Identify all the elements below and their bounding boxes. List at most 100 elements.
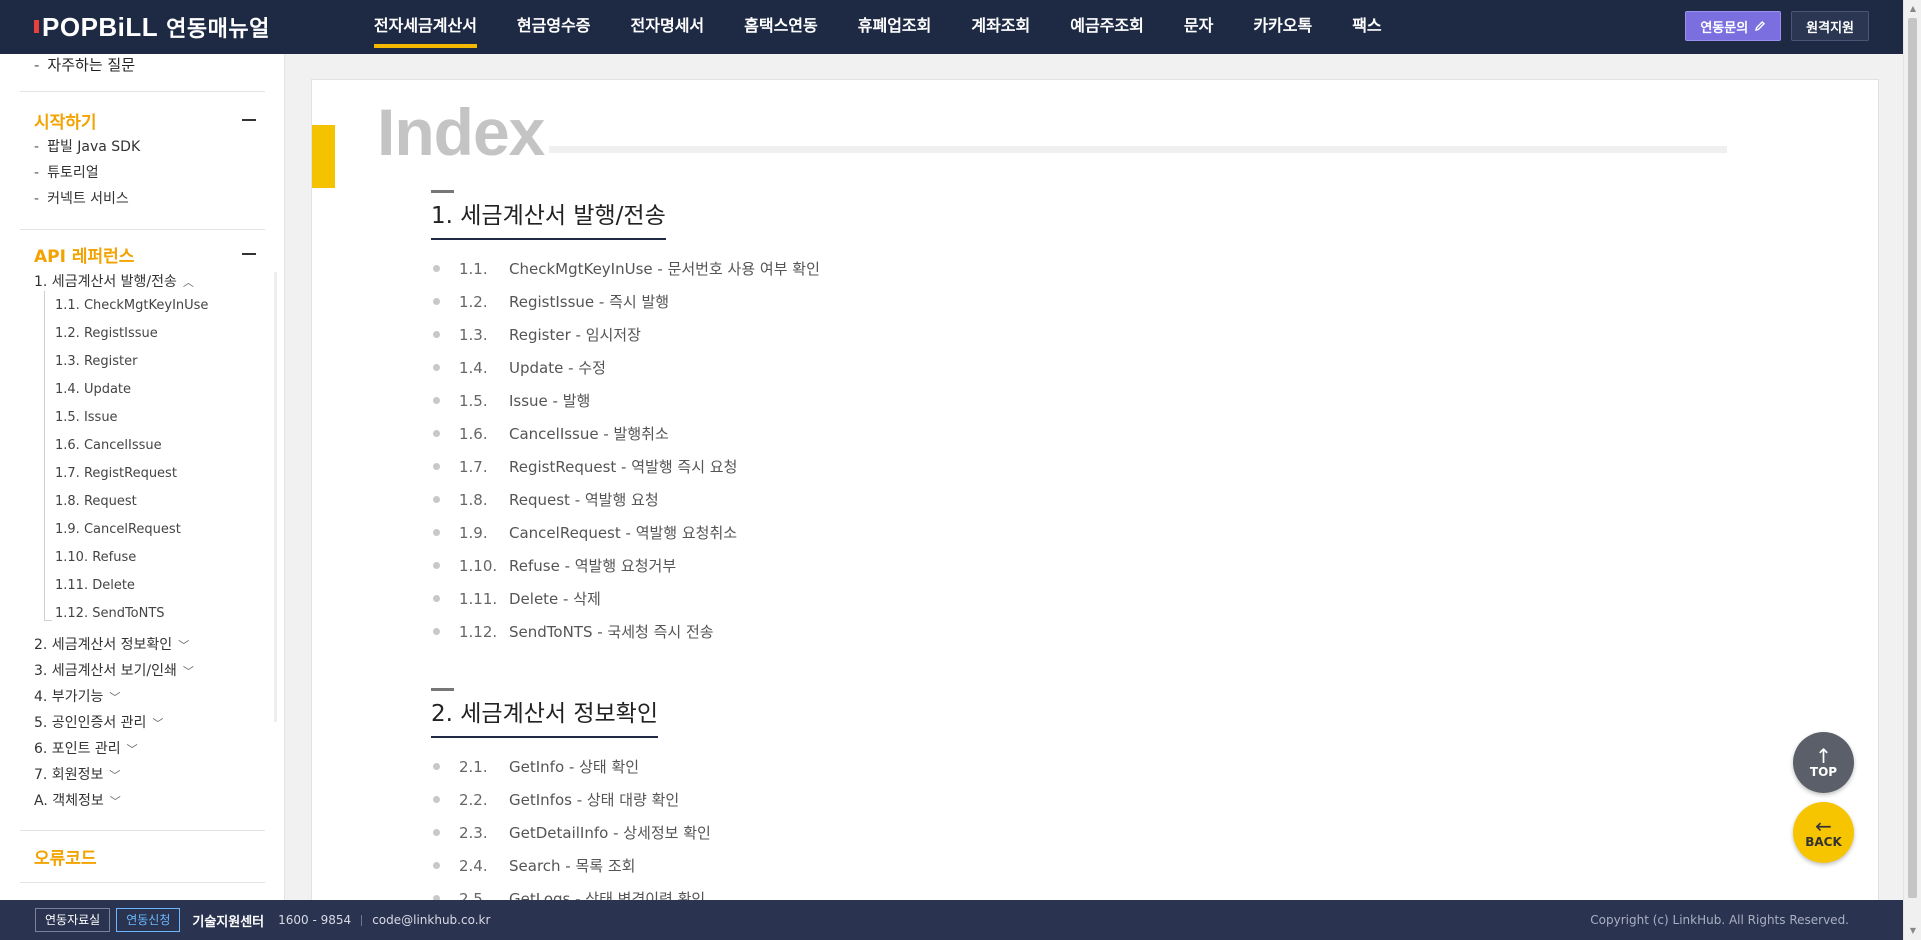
sidebar-group-label: 4. 부가기능 [34, 689, 104, 705]
item-link[interactable]: Refuse - 역발행 요청거부 [509, 555, 676, 576]
sidebar-item-faq[interactable]: - 자주하는 질문 [34, 54, 135, 75]
sidebar-sub-item[interactable]: 1.4. Update [55, 382, 131, 397]
index-item[interactable]: 1.4. Update - 수정 [433, 357, 606, 378]
page-scrollbar[interactable]: ▲ ▼ [1903, 0, 1921, 940]
sidebar-sub-item[interactable]: 1.1. CheckMgtKeyInUse [55, 298, 208, 313]
index-item[interactable]: 1.5. Issue - 발행 [433, 390, 590, 411]
sidebar-item-tutorial[interactable]: - 튜토리얼 [34, 162, 99, 182]
sidebar-sub-item[interactable]: 1.10. Refuse [55, 550, 136, 565]
index-item[interactable]: 1.12. SendToNTS - 국세청 즉시 전송 [433, 621, 714, 642]
sidebar-group-view-print[interactable]: 3. 세금계산서 보기/인쇄 ﹀ [34, 660, 194, 680]
title-underline [549, 146, 1727, 153]
logo-brand: POPBiLL [42, 11, 159, 42]
sidebar-group-point[interactable]: 6. 포인트 관리 ﹀ [34, 738, 138, 758]
sidebar-item-label: 커넥트 서비스 [47, 191, 129, 207]
sidebar-item-java-sdk[interactable]: - 팝빌 Java SDK [34, 136, 140, 156]
nav-tab-depositor-check[interactable]: 예금주조회 [1050, 0, 1164, 54]
sidebar-group-object[interactable]: A. 객체정보 ﹀ [34, 790, 121, 810]
chevron-down-icon: ﹀ [109, 691, 121, 704]
item-link[interactable]: Request - 역발행 요청 [509, 489, 659, 510]
sidebar-sub-item[interactable]: 1.3. Register [55, 354, 137, 369]
item-number: 2.2. [459, 790, 488, 809]
index-item[interactable]: 1.9. CancelRequest - 역발행 요청취소 [433, 522, 737, 543]
sidebar-sub-item[interactable]: 1.8. Request [55, 494, 137, 509]
nav-tab-hometax[interactable]: 홈택스연동 [724, 0, 838, 54]
index-item[interactable]: 2.4. Search - 목록 조회 [433, 855, 635, 876]
item-link[interactable]: RegistIssue - 즉시 발행 [509, 291, 669, 312]
index-item[interactable]: 2.1. GetInfo - 상태 확인 [433, 756, 639, 777]
sidebar-group-member[interactable]: 7. 회원정보 ﹀ [34, 764, 120, 784]
chevron-down-icon: ﹀ [182, 665, 194, 678]
apply-button[interactable]: 연동신청 [116, 908, 181, 932]
bullet-dot-icon [433, 862, 440, 869]
sidebar-group-extra[interactable]: 4. 부가기능 ﹀ [34, 686, 120, 706]
scroll-top-button[interactable]: ↑ TOP [1793, 732, 1854, 793]
inquiry-button[interactable]: 연동문의 [1685, 11, 1782, 41]
sidebar-section-api-reference[interactable]: API 레퍼런스 [34, 242, 134, 267]
nav-tab-tax-invoice[interactable]: 전자세금계산서 [354, 0, 497, 54]
logo[interactable]: POPBiLL 연동매뉴얼 [34, 11, 270, 43]
item-link[interactable]: Register - 임시저장 [509, 324, 641, 345]
item-link[interactable]: Issue - 발행 [509, 390, 590, 411]
nav-tab-kakaotalk[interactable]: 카카오톡 [1233, 0, 1332, 54]
bullet-dot-icon [433, 364, 440, 371]
sidebar-sub-item[interactable]: 1.12. SendToNTS [55, 606, 165, 621]
sidebar-sub-item[interactable]: 1.11. Delete [55, 578, 135, 593]
item-link[interactable]: Delete - 삭제 [509, 588, 601, 609]
back-button[interactable]: ← BACK [1793, 802, 1854, 863]
sidebar-group-issue[interactable]: 1. 세금계산서 발행/전송 ︿ [34, 271, 194, 291]
data-room-button[interactable]: 연동자료실 [35, 908, 111, 932]
chevron-up-icon: ︿ [182, 276, 194, 289]
sidebar-sub-item[interactable]: 1.6. CancelIssue [55, 438, 162, 453]
index-item[interactable]: 1.7. RegistRequest - 역발행 즉시 요청 [433, 456, 737, 477]
index-item[interactable]: 2.2. GetInfos - 상태 대량 확인 [433, 789, 679, 810]
item-link[interactable]: RegistRequest - 역발행 즉시 요청 [509, 456, 737, 477]
item-link[interactable]: Update - 수정 [509, 357, 606, 378]
nav-tab-fax[interactable]: 팩스 [1332, 0, 1401, 54]
item-link[interactable]: GetDetailInfo - 상세정보 확인 [509, 822, 711, 843]
nav-tab-statement[interactable]: 전자명세서 [611, 0, 725, 54]
logo-subtitle: 연동매뉴얼 [166, 17, 270, 42]
faq-label: 자주하는 질문 [47, 56, 135, 74]
scroll-up-arrow-icon[interactable]: ▲ [1904, 0, 1921, 18]
item-link[interactable]: Search - 목록 조회 [509, 855, 635, 876]
sidebar-sub-item[interactable]: 1.7. RegistRequest [55, 466, 177, 481]
remote-support-button[interactable]: 원격지원 [1791, 11, 1869, 41]
item-link[interactable]: GetInfos - 상태 대량 확인 [509, 789, 679, 810]
index-item[interactable]: 1.1. CheckMgtKeyInUse - 문서번호 사용 여부 확인 [433, 258, 820, 279]
item-link[interactable]: SendToNTS - 국세청 즉시 전송 [509, 621, 714, 642]
item-link[interactable]: CancelIssue - 발행취소 [509, 423, 669, 444]
collapse-minus-icon[interactable] [242, 253, 256, 255]
nav-tab-account-check[interactable]: 계좌조회 [951, 0, 1050, 54]
sidebar-scrollbar[interactable] [274, 272, 277, 722]
sidebar-group-info[interactable]: 2. 세금계산서 정보확인 ﹀ [34, 634, 189, 654]
index-item[interactable]: 2.3. GetDetailInfo - 상세정보 확인 [433, 822, 711, 843]
sidebar-section-getting-started[interactable]: 시작하기 [34, 108, 97, 133]
sidebar-section-error-codes[interactable]: 오류코드 [34, 844, 97, 869]
item-link[interactable]: CheckMgtKeyInUse - 문서번호 사용 여부 확인 [509, 258, 820, 279]
scroll-down-arrow-icon[interactable]: ▼ [1904, 922, 1921, 940]
index-item[interactable]: 1.2. RegistIssue - 즉시 발행 [433, 291, 669, 312]
sidebar-item-connect[interactable]: - 커넥트 서비스 [34, 188, 129, 208]
sidebar-sub-item[interactable]: 1.5. Issue [55, 410, 118, 425]
footer: 연동자료실 연동신청 기술지원센터 1600 - 9854 code@linkh… [0, 900, 1903, 940]
index-item[interactable]: 1.8. Request - 역발행 요청 [433, 489, 659, 510]
item-number: 1.6. [459, 424, 488, 443]
nav-tab-message[interactable]: 문자 [1164, 0, 1233, 54]
index-item[interactable]: 1.6. CancelIssue - 발행취소 [433, 423, 669, 444]
sidebar-sub-item[interactable]: 1.9. CancelRequest [55, 522, 181, 537]
scrollbar-thumb[interactable] [1908, 18, 1917, 898]
index-item[interactable]: 1.3. Register - 임시저장 [433, 324, 641, 345]
sidebar-group-cert[interactable]: 5. 공인인증서 관리 ﹀ [34, 712, 163, 732]
item-link[interactable]: GetInfo - 상태 확인 [509, 756, 639, 777]
arrow-up-icon: ↑ [1815, 743, 1832, 768]
sidebar-sub-item[interactable]: 1.2. RegistIssue [55, 326, 158, 341]
index-item[interactable]: 1.11. Delete - 삭제 [433, 588, 601, 609]
collapse-minus-icon[interactable] [242, 119, 256, 121]
chevron-down-icon: ﹀ [109, 795, 121, 808]
index-item[interactable]: 1.10. Refuse - 역발행 요청거부 [433, 555, 676, 576]
item-link[interactable]: CancelRequest - 역발행 요청취소 [509, 522, 737, 543]
nav-tab-closedown[interactable]: 휴폐업조회 [838, 0, 952, 54]
support-email[interactable]: code@linkhub.co.kr [372, 913, 490, 927]
nav-tab-cash-receipt[interactable]: 현금영수증 [497, 0, 611, 54]
